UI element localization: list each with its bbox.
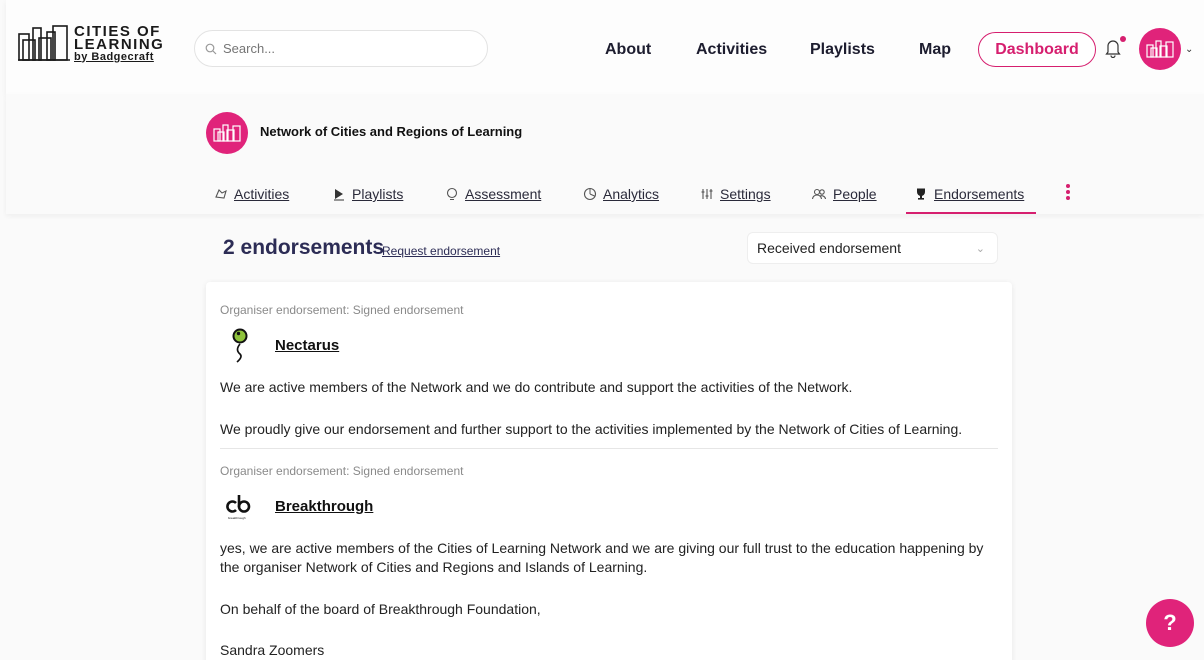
organisation-name: Network of Cities and Regions of Learnin… <box>260 124 523 139</box>
endorsement-paragraph: yes, we are active members of the Cities… <box>220 540 984 575</box>
endorsement-paragraph: We proudly give our endorsement and furt… <box>220 421 963 437</box>
tab-label: Analytics <box>603 186 660 202</box>
assessment-icon <box>446 187 458 200</box>
nectarus-balloon-icon <box>232 328 248 363</box>
tab-assessment[interactable]: Assessment <box>445 186 541 202</box>
nectarus-logo[interactable] <box>220 325 260 365</box>
activities-icon <box>215 189 227 199</box>
organisation-header: Network of Cities and Regions of Learnin… <box>6 94 1204 214</box>
endorsement-paragraph: Sandra Zoomers <box>220 642 325 658</box>
tab-settings[interactable]: Settings <box>700 186 771 202</box>
chevron-down-icon[interactable]: ⌄ <box>1185 44 1193 55</box>
logo-line-3: by Badgecraft <box>74 50 154 63</box>
endorsement-filter-select[interactable]: Received endorsement ⌄ <box>747 232 998 264</box>
tab-activities[interactable]: Activities <box>214 186 289 202</box>
organisation-avatar[interactable] <box>206 112 248 154</box>
chevron-down-icon: ⌄ <box>975 242 985 255</box>
user-avatar[interactable] <box>1139 28 1181 70</box>
city-skyline-logo-icon <box>18 25 70 61</box>
nav-map[interactable]: Map <box>919 41 951 59</box>
search-box[interactable] <box>194 30 488 67</box>
endorser-name[interactable]: Breakthrough <box>275 498 373 515</box>
nav-about[interactable]: About <box>605 41 651 59</box>
notification-dot <box>1120 36 1126 42</box>
endorsement-paragraph: We are active members of the Network and… <box>220 379 853 395</box>
more-options-icon[interactable] <box>1066 184 1072 202</box>
tab-endorsements[interactable]: Endorsements <box>914 186 1024 202</box>
city-skyline-avatar-icon <box>1146 40 1174 58</box>
people-icon <box>811 188 827 200</box>
tab-label: Endorsements <box>934 186 1025 202</box>
cities-of-learning-logo[interactable]: CITIES OF LEARNING by Badgecraft <box>18 24 164 64</box>
active-tab-indicator <box>906 212 1036 214</box>
bell-icon[interactable] <box>1104 38 1122 58</box>
tab-label: People <box>833 186 877 202</box>
endorsements-list: Organiser endorsement: Signed endorsemen… <box>206 282 1012 660</box>
help-button[interactable]: ? <box>1146 599 1194 647</box>
tab-label: Activities <box>234 186 290 202</box>
endorsement-type-label: Organiser endorsement: Signed endorsemen… <box>220 464 464 478</box>
search-input[interactable] <box>223 41 463 56</box>
analytics-icon <box>583 187 597 201</box>
dashboard-button[interactable]: Dashboard <box>978 32 1096 67</box>
city-skyline-org-icon <box>213 124 241 142</box>
tab-playlists[interactable]: Playlists <box>332 186 403 202</box>
tab-label: Playlists <box>352 186 404 202</box>
nav-playlists[interactable]: Playlists <box>810 41 875 59</box>
endorser-name[interactable]: Nectarus <box>275 337 339 354</box>
breakthrough-logo[interactable]: breakthrough <box>220 486 260 526</box>
nav-activities[interactable]: Activities <box>696 41 767 59</box>
top-navigation-bar: CITIES OF LEARNING by Badgecraft About A… <box>6 0 1204 94</box>
search-icon <box>205 43 217 54</box>
endorsement-count-title: 2 endorsements <box>223 236 385 259</box>
tab-label: Assessment <box>465 186 542 202</box>
breakthrough-logo-caption: breakthrough <box>228 516 246 520</box>
play-icon <box>334 189 344 201</box>
logo-line-2: LEARNING <box>74 35 165 53</box>
request-endorsement-link[interactable]: Request endorsement <box>382 244 500 258</box>
tab-people[interactable]: People <box>811 186 877 202</box>
endorsement-type-label: Organiser endorsement: Signed endorsemen… <box>220 303 464 317</box>
tab-label: Settings <box>720 186 771 202</box>
endorsement-paragraph: On behalf of the board of Breakthrough F… <box>220 601 541 617</box>
logo-wordmark: CITIES OF LEARNING by Badgecraft <box>74 24 165 64</box>
trophy-icon <box>917 188 925 200</box>
filter-selected-value: Received endorsement <box>757 240 901 256</box>
divider <box>220 448 998 449</box>
sliders-icon <box>701 189 713 199</box>
tab-analytics[interactable]: Analytics <box>583 186 659 202</box>
